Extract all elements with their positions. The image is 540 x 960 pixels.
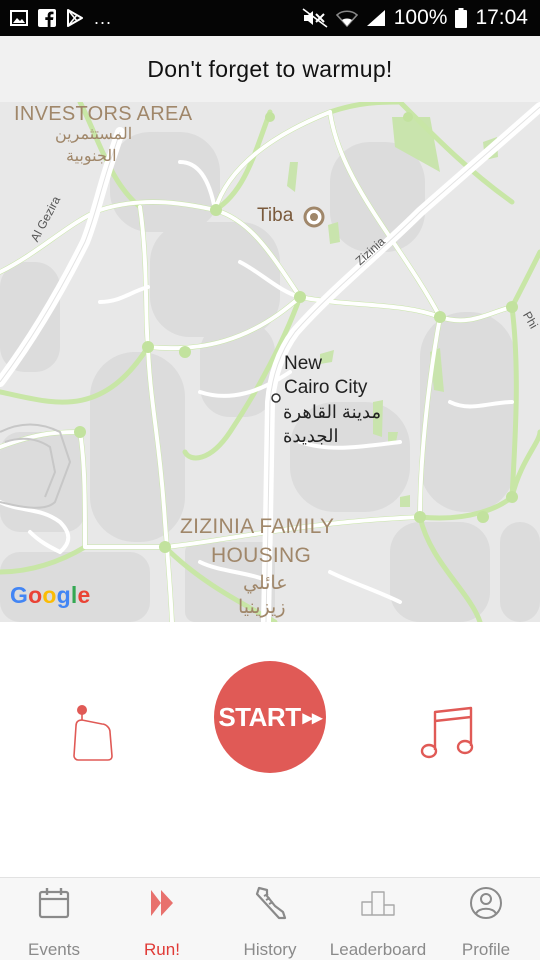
run-controls: START ▸▸ [0,622,540,877]
google-logo-o2: o [42,582,57,608]
google-logo-o1: o [28,582,43,608]
facebook-icon [38,9,56,27]
label-tiba: Tiba [257,205,294,226]
label-new-cairo-ar-1: مدينة القاهرة [283,402,382,422]
clock: 17:04 [475,6,528,29]
status-more: ... [94,7,113,28]
profile-icon [466,884,506,922]
label-zizinia-family-1: ZIZINIA FAMILY [180,515,335,538]
wifi-icon [335,10,358,27]
shoe-icon [250,884,290,922]
label-zizinia-family-ar-1: عائلي [243,573,288,594]
label-investors-area-ar-1: المستثمرين [55,126,133,143]
label-investors-area: INVESTORS AREA [14,103,193,125]
play-store-icon [67,9,83,27]
battery-percent: 100% [393,6,448,29]
music-icon[interactable] [420,704,476,760]
podium-icon [358,884,398,922]
google-logo-e: e [77,582,91,608]
nav-item-history[interactable]: History [216,878,324,960]
map-view[interactable]: INVESTORS AREA المستثمرين الجنوبية Al Ge… [0,102,540,622]
label-new-cairo-1: New [284,353,323,374]
run-arrows-icon [142,884,182,922]
nav-item-run[interactable]: Run! [108,878,216,960]
start-button-label: START [218,701,301,732]
nav-item-events[interactable]: Events [0,878,108,960]
nav-label-profile: Profile [461,940,511,959]
start-button[interactable]: START ▸▸ [214,661,326,773]
image-icon [10,10,28,26]
warmup-banner-text: Don't forget to warmup! [147,55,393,82]
nav-label-events: Events [28,940,80,959]
battery-icon [455,8,468,28]
status-left-icons: ... [10,0,112,36]
google-logo-g2: g [56,582,71,608]
google-logo-g: G [10,582,29,608]
label-new-cairo-2: Cairo City [284,377,368,398]
tiba-poi-marker [303,206,325,228]
label-zizinia-family-2: HOUSING [211,544,312,567]
label-new-cairo-ar-2: الجديدة [283,426,339,446]
start-arrows-icon: ▸▸ [302,706,323,729]
status-right: 100% 17:04 [302,0,528,36]
label-investors-area-ar-2: الجنوبية [66,148,117,165]
label-zizinia-family-ar-2: زيزينيا [238,597,286,618]
mute-icon [302,8,328,28]
nav-item-profile[interactable]: Profile [432,878,540,960]
google-logo: Google [10,582,90,609]
status-bar: ... 100% 17:04 [0,0,540,36]
nav-label-run: Run! [144,940,180,959]
location-tracker-icon[interactable] [66,702,118,762]
signal-icon [366,10,385,26]
bottom-nav: Events Run! History Leaderboard Profile [0,877,540,960]
nav-label-history: History [243,940,297,959]
warmup-banner: Don't forget to warmup! [0,36,540,102]
nav-item-leaderboard[interactable]: Leaderboard [324,878,432,960]
calendar-icon [34,884,74,922]
nav-label-leaderboard: Leaderboard [329,940,427,959]
